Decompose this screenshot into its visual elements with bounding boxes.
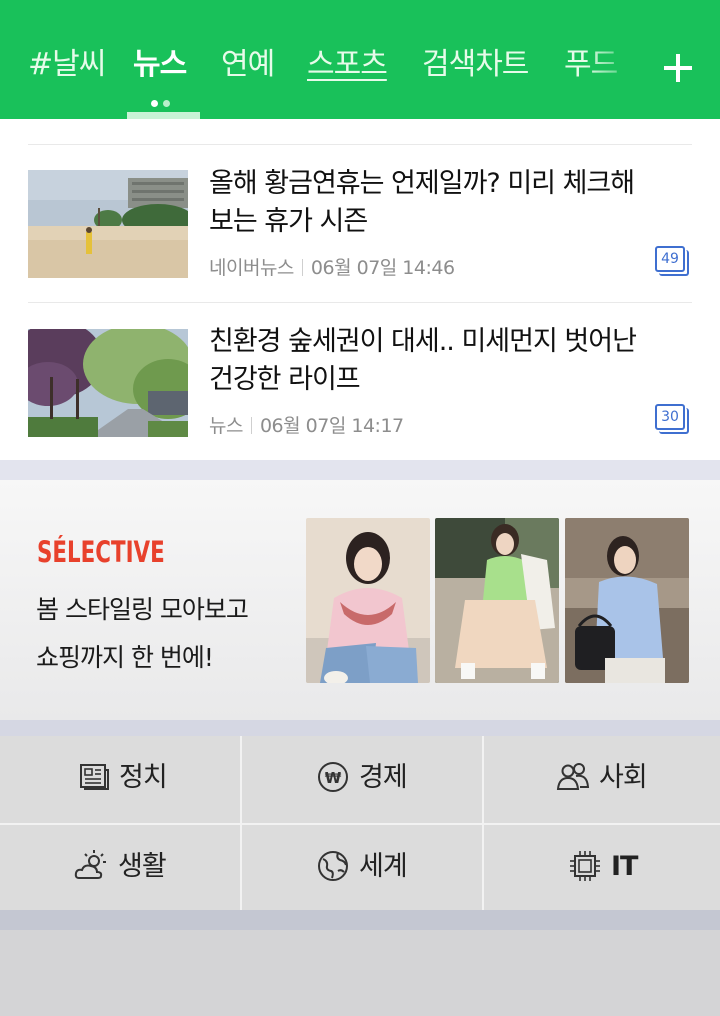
category-label: 생활	[118, 851, 167, 882]
tab-search-chart[interactable]: 검색차트	[422, 42, 529, 88]
category-label: IT	[611, 851, 638, 882]
won-icon: ₩	[318, 762, 348, 792]
ad-photo[interactable]	[435, 518, 559, 683]
meta-separator	[301, 259, 303, 276]
top-nav-bar: #날씨 뉴스 연예 스포츠 검색차트 푸드	[0, 0, 720, 119]
category-label: 경제	[359, 762, 408, 793]
news-thumbnail[interactable]	[28, 170, 188, 278]
news-section: 올해 황금연휴는 언제일까? 미리 체크해 보는 휴가 시즌 네이버뉴스 06월 …	[0, 119, 720, 460]
news-title-line: 올해 황금연휴는 언제일까? 미리 체크해	[209, 168, 635, 199]
news-datetime: 06월 07일 14:46	[310, 257, 455, 279]
news-item[interactable]: 올해 황금연휴는 언제일까? 미리 체크해 보는 휴가 시즌 네이버뉴스 06월 …	[0, 145, 720, 279]
category-label: 정치	[119, 762, 168, 793]
news-title[interactable]: 친환경 숲세권이 대세.. 미세먼지 벗어난 건강한 라이프	[209, 323, 689, 399]
category-living[interactable]: 생활	[0, 825, 240, 912]
ad-photo[interactable]	[565, 518, 689, 683]
page-indicator	[151, 92, 175, 107]
tab-strip: #날씨 뉴스 연예 스포츠 검색차트 푸드	[0, 42, 640, 92]
category-politics[interactable]: 정치	[0, 736, 240, 823]
news-title-line: 보는 휴가 시즌	[209, 206, 368, 237]
comment-count: 49	[655, 246, 685, 272]
tab-sports[interactable]: 스포츠	[307, 42, 388, 88]
news-title[interactable]: 올해 황금연휴는 언제일까? 미리 체크해 보는 휴가 시즌	[209, 165, 689, 241]
category-grid: 정치 ₩ 경제 사회 생활 세계 IT	[0, 736, 720, 912]
news-title-line: 건강한 라이프	[209, 364, 361, 395]
news-title-line: 친환경 숲세권이 대세.. 미세먼지 벗어난	[209, 326, 637, 357]
globe-icon	[318, 851, 348, 881]
section-separator	[0, 460, 720, 480]
tab-weather[interactable]: #날씨	[28, 42, 106, 88]
category-world[interactable]: 세계	[242, 825, 482, 912]
people-icon	[556, 763, 590, 790]
chip-icon	[570, 851, 600, 881]
page-dot	[163, 100, 170, 107]
bottom-area	[0, 930, 720, 1016]
comment-count: 30	[655, 404, 685, 430]
tab-entertainment[interactable]: 연예	[221, 42, 275, 88]
news-meta: 네이버뉴스 06월 07일 14:46	[209, 253, 455, 280]
section-separator	[0, 910, 720, 930]
page-dot-active	[151, 100, 158, 107]
newspaper-icon	[80, 764, 109, 790]
ad-photo[interactable]	[306, 518, 430, 683]
section-separator	[0, 720, 720, 736]
tab-news[interactable]: 뉴스	[133, 42, 187, 88]
weather-icon	[74, 850, 106, 879]
category-society[interactable]: 사회	[484, 736, 720, 823]
category-it[interactable]: IT	[484, 825, 720, 912]
ad-brand-logo: SÉLECTIVE	[37, 535, 165, 569]
ad-headline-line: 쇼핑까지 한 번에!	[36, 643, 214, 672]
news-item[interactable]: 친환경 숲세권이 대세.. 미세먼지 벗어난 건강한 라이프 뉴스 06월 07일…	[0, 303, 720, 437]
news-source: 뉴스	[209, 415, 243, 437]
news-datetime: 06월 07일 14:17	[259, 415, 404, 437]
category-label: 사회	[599, 762, 648, 793]
svg-text:₩: ₩	[325, 769, 342, 787]
comment-count-badge[interactable]: 49	[655, 246, 689, 276]
meta-separator	[250, 417, 252, 434]
category-label: 세계	[359, 851, 408, 882]
ad-headline-line: 봄 스타일링 모아보고	[36, 595, 249, 624]
news-thumbnail[interactable]	[28, 329, 188, 437]
grid-divider	[0, 823, 720, 825]
active-tab-indicator	[127, 112, 200, 119]
news-source: 네이버뉴스	[209, 257, 294, 279]
news-meta: 뉴스 06월 07일 14:17	[209, 411, 404, 438]
category-economy[interactable]: ₩ 경제	[242, 736, 482, 823]
tab-fade-overlay	[585, 40, 640, 95]
comment-count-badge[interactable]: 30	[655, 404, 689, 434]
add-tab-button[interactable]	[650, 40, 706, 96]
